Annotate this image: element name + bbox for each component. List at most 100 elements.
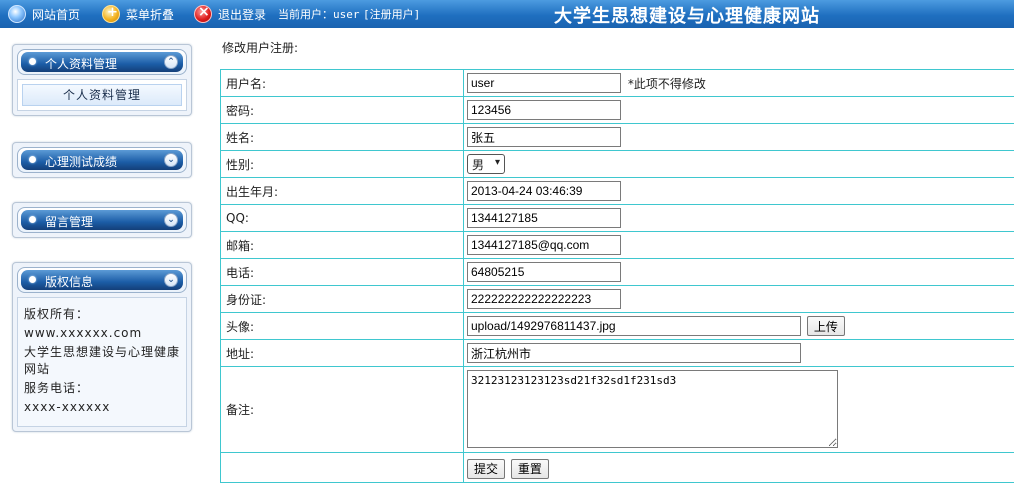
email-label: 邮箱: — [221, 232, 464, 259]
form-row-username: 用户名: *此项不得修改 — [221, 70, 1014, 97]
password-cell — [464, 97, 1014, 124]
logout-label: 退出登录 — [218, 6, 266, 23]
password-label: 密码: — [221, 97, 464, 124]
panel-copyright: 版权信息 ⌄ 版权所有： www.xxxxxx.com 大学生思想建设与心理健康… — [12, 262, 192, 432]
menu-fold-link[interactable]: 菜单折叠 — [102, 4, 174, 24]
name-input[interactable] — [467, 127, 621, 147]
current-user-info: 当前用户：user [注册用户] — [278, 6, 420, 22]
remark-label: 备注: — [221, 367, 464, 453]
form-row-name: 姓名: — [221, 124, 1014, 151]
form-row-address: 地址: — [221, 340, 1014, 367]
panel-test-scores-header[interactable]: 心理测试成绩 ⌄ — [17, 147, 187, 173]
qq-input[interactable] — [467, 208, 621, 228]
password-input[interactable] — [467, 100, 621, 120]
copyright-url: www.xxxxxx.com — [24, 325, 180, 342]
username-cell: *此项不得修改 — [464, 70, 1014, 97]
bullet-icon — [29, 58, 36, 65]
remark-textarea[interactable]: 32123123123123sd21f32sd1f231sd3 — [467, 370, 838, 448]
panel-copyright-title: 版权信息 — [45, 273, 93, 290]
panel-profile-title: 个人资料管理 — [45, 55, 117, 72]
form-row-gender: 性别: 男▾ — [221, 151, 1014, 178]
phone-label: 电话: — [221, 259, 464, 286]
birthday-cell — [464, 178, 1014, 205]
name-cell — [464, 124, 1014, 151]
id-card-input[interactable] — [467, 289, 621, 309]
panel-profile-header-bar: 个人资料管理 ⌃ — [21, 52, 183, 72]
panel-messages-title: 留言管理 — [45, 213, 93, 230]
copyright-site-name: 大学生思想建设与心理健康网站 — [24, 344, 180, 378]
panel-copyright-header[interactable]: 版权信息 ⌄ — [17, 267, 187, 293]
panel-messages-header-bar: 留言管理 ⌄ — [21, 210, 183, 230]
current-user-role: [注册用户] — [363, 8, 420, 21]
form-row-password: 密码: — [221, 97, 1014, 124]
bullet-icon — [29, 276, 36, 283]
reset-button[interactable]: 重置 — [511, 459, 549, 479]
logout-link[interactable]: 退出登录 — [194, 4, 266, 24]
copyright-label: 版权所有： — [24, 306, 180, 323]
sidebar-item-profile-manage[interactable]: 个人资料管理 — [22, 84, 182, 106]
avatar-path-input[interactable] — [467, 316, 801, 336]
menu-fold-label: 菜单折叠 — [126, 6, 174, 23]
form-row-id-card: 身份证: — [221, 286, 1014, 313]
qq-cell — [464, 205, 1014, 232]
panel-messages: 留言管理 ⌄ — [12, 202, 192, 238]
email-cell — [464, 232, 1014, 259]
submit-button[interactable]: 提交 — [467, 459, 505, 479]
top-bar: 网站首页 菜单折叠 退出登录 当前用户：user [注册用户] 大学生思想建设与… — [0, 0, 1014, 28]
copyright-info: 版权所有： www.xxxxxx.com 大学生思想建设与心理健康网站 服务电话… — [17, 297, 187, 427]
actions-empty-cell — [221, 453, 464, 483]
bullet-icon — [29, 156, 36, 163]
actions-cell: 提交 重置 — [464, 453, 1014, 483]
email-input[interactable] — [467, 235, 621, 255]
chevron-down-icon: ▾ — [495, 157, 500, 168]
qq-label: QQ: — [221, 205, 464, 232]
panel-profile-body: 个人资料管理 — [17, 79, 187, 111]
gender-select[interactable]: 男▾ — [467, 154, 505, 174]
home-link-label: 网站首页 — [32, 6, 80, 23]
form-row-qq: QQ: — [221, 205, 1014, 232]
site-title: 大学生思想建设与心理健康网站 — [554, 2, 820, 28]
form-row-birthday: 出生年月: — [221, 178, 1014, 205]
gender-select-value: 男 — [472, 156, 484, 173]
gender-cell: 男▾ — [464, 151, 1014, 178]
phone-cell — [464, 259, 1014, 286]
name-label: 姓名: — [221, 124, 464, 151]
panel-test-scores-header-bar: 心理测试成绩 ⌄ — [21, 150, 183, 170]
upload-button[interactable]: 上传 — [807, 316, 845, 336]
address-cell — [464, 340, 1014, 367]
address-input[interactable] — [467, 343, 801, 363]
username-input[interactable] — [467, 73, 621, 93]
collapse-up-icon[interactable]: ⌃ — [164, 55, 178, 69]
page-title: 修改用户注册: — [222, 39, 298, 56]
expand-down-icon[interactable]: ⌄ — [164, 273, 178, 287]
current-user-prefix: 当前用户： — [278, 8, 333, 21]
avatar-label: 头像: — [221, 313, 464, 340]
address-label: 地址: — [221, 340, 464, 367]
panel-test-scores-title: 心理测试成绩 — [45, 153, 117, 170]
panel-profile-header[interactable]: 个人资料管理 ⌃ — [17, 49, 187, 75]
home-link[interactable]: 网站首页 — [8, 4, 80, 24]
form-row-actions: 提交 重置 — [221, 453, 1014, 483]
home-globe-icon — [8, 5, 26, 23]
expand-down-icon[interactable]: ⌄ — [164, 153, 178, 167]
form-row-email: 邮箱: — [221, 232, 1014, 259]
service-phone-label: 服务电话： — [24, 380, 180, 397]
id-card-cell — [464, 286, 1014, 313]
expand-down-icon[interactable]: ⌄ — [164, 213, 178, 227]
birthday-input[interactable] — [467, 181, 621, 201]
phone-input[interactable] — [467, 262, 621, 282]
remark-cell: 32123123123123sd21f32sd1f231sd3 — [464, 367, 1014, 453]
username-note: *此项不得修改 — [628, 77, 706, 91]
birthday-label: 出生年月: — [221, 178, 464, 205]
service-phone-value: xxxx-xxxxxx — [24, 399, 180, 416]
menu-fold-icon — [102, 5, 120, 23]
gender-label: 性别: — [221, 151, 464, 178]
logout-icon — [194, 5, 212, 23]
panel-copyright-header-bar: 版权信息 ⌄ — [21, 270, 183, 290]
panel-messages-header[interactable]: 留言管理 ⌄ — [17, 207, 187, 233]
current-user-name: user — [333, 8, 360, 21]
panel-test-scores: 心理测试成绩 ⌄ — [12, 142, 192, 178]
avatar-cell: 上传 — [464, 313, 1014, 340]
username-label: 用户名: — [221, 70, 464, 97]
user-edit-form: 用户名: *此项不得修改 密码: 姓名: 性别: 男▾ 出生年月: QQ: — [220, 69, 1014, 483]
